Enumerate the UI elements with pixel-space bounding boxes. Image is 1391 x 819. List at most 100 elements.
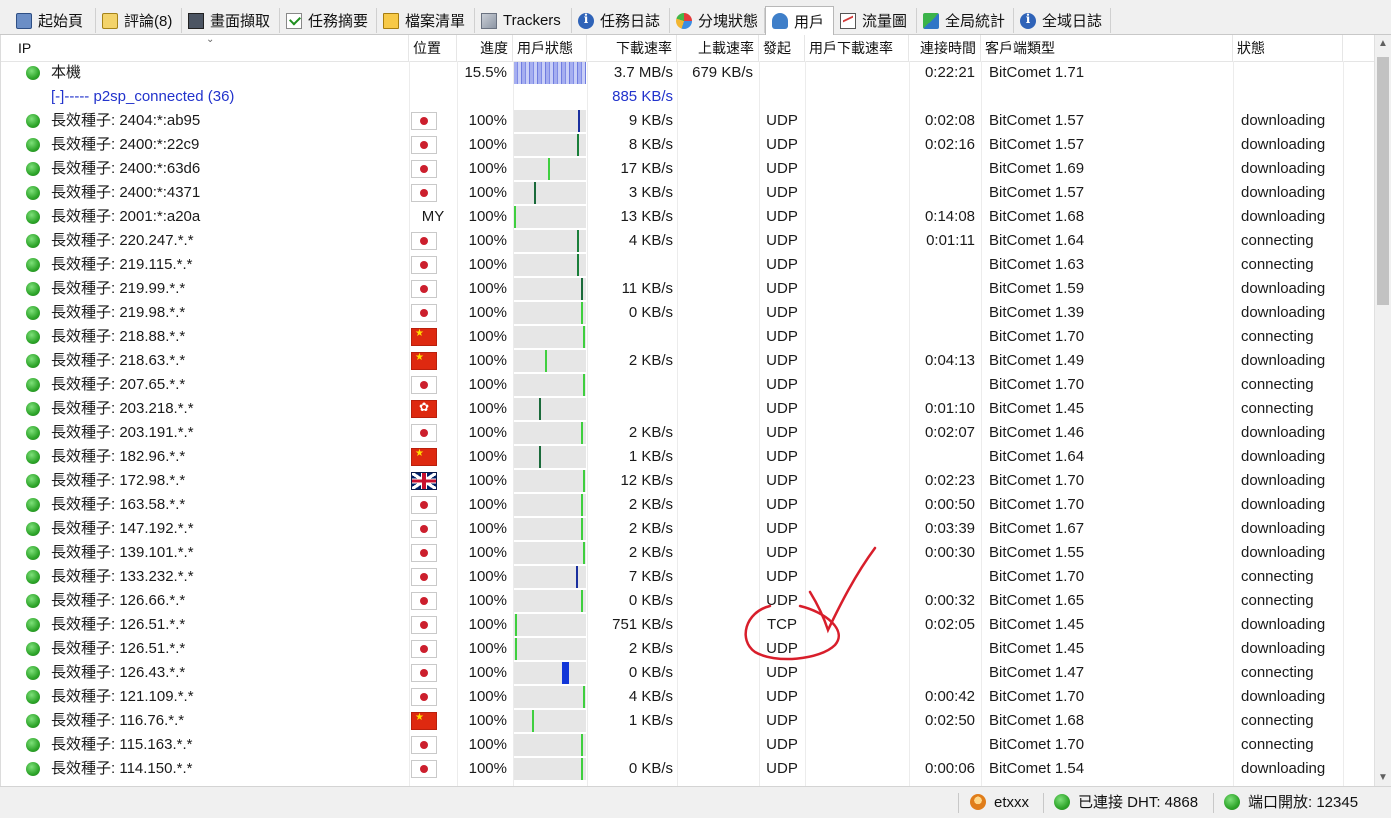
column-header-state[interactable]: 狀態 xyxy=(1233,35,1343,61)
tab-pie[interactable]: 分塊狀態 xyxy=(670,8,765,33)
table-row[interactable]: 長效種子: 207.65.*.* 100% UDP BitComet 1.70 conn… xyxy=(1,373,1374,397)
table-row[interactable]: 長效種子: 182.96.*.* 100% 1 KB/s UDP BitComet 1.… xyxy=(1,445,1374,469)
table-row[interactable]: 長效種子: 139.101.*.* 100% 2 KB/s UDP 0:00:30 Bit… xyxy=(1,541,1374,565)
connect-time-cell xyxy=(909,325,975,349)
tab-glog[interactable]: 全域日誌 xyxy=(1014,8,1111,33)
flag-jp-icon xyxy=(411,688,437,706)
status-divider xyxy=(1043,793,1044,813)
piece-map xyxy=(514,254,586,276)
table-row-local[interactable]: 本機 15.5% 3.7 MB/s 679 KB/s 0:22:21 BitComet 1… xyxy=(1,61,1374,85)
table-row[interactable]: 長效種子: 126.51.*.* 100% 2 KB/s UDP BitComet 1.… xyxy=(1,637,1374,661)
scroll-up-arrow-icon[interactable]: ▲ xyxy=(1375,35,1391,52)
table-row[interactable]: 長效種子: 219.98.*.* 100% 0 KB/s UDP BitComet 1.… xyxy=(1,301,1374,325)
tab-comment[interactable]: 評論(8) xyxy=(96,8,182,33)
download-rate-cell: 12 KB/s xyxy=(620,472,673,489)
status-bar: etxxx 已連接 DHT: 4868 端口開放: 12345 xyxy=(0,786,1391,818)
state-cell: connecting xyxy=(1241,736,1314,753)
dht-status-icon xyxy=(1054,794,1070,810)
column-header-user_status[interactable]: 用戶狀態 xyxy=(513,35,587,61)
tab-trackers[interactable]: Trackers xyxy=(475,8,572,33)
table-row[interactable]: 長效種子: 203.218.*.* 100% UDP 0:01:10 BitComet … xyxy=(1,397,1374,421)
table-row[interactable]: 長效種子: 172.98.*.* 100% 12 KB/s UDP 0:02:23 Bit… xyxy=(1,469,1374,493)
state-cell: downloading xyxy=(1241,760,1326,777)
tab-peers[interactable]: 用戶 xyxy=(765,6,834,35)
state-cell: downloading xyxy=(1241,424,1326,441)
column-header-initiator[interactable]: 發起 xyxy=(759,35,805,61)
state-cell: downloading xyxy=(1241,136,1326,153)
column-header-down[interactable]: 下載速率 xyxy=(587,35,677,61)
table-row[interactable]: 長效種子: 126.66.*.* 100% 0 KB/s UDP 0:00:32 BitC… xyxy=(1,589,1374,613)
column-header-up[interactable]: 上載速率 xyxy=(677,35,759,61)
status-port[interactable]: 端口開放: 12345 xyxy=(1224,787,1358,819)
ip-cell: 長效種子: 182.96.*.* xyxy=(51,448,186,465)
piece-map-marker xyxy=(532,710,534,732)
table-row[interactable]: 長效種子: 203.191.*.* 100% 2 KB/s UDP 0:02:07 Bit… xyxy=(1,421,1374,445)
table-row[interactable]: 長效種子: 2001:*:a20a MY 100% 13 KB/s UDP 0:14:08… xyxy=(1,205,1374,229)
table-row[interactable]: 長效種子: 126.51.*.* 100% 751 KB/s TCP 0:02:05 Bi… xyxy=(1,613,1374,637)
tab-log[interactable]: 任務日誌 xyxy=(572,8,670,33)
piece-map xyxy=(514,134,586,156)
flag-jp-icon xyxy=(411,376,437,394)
progress-cell: 100% xyxy=(468,112,507,129)
table-row[interactable]: 長效種子: 116.76.*.* 100% 1 KB/s UDP 0:02:50 BitC… xyxy=(1,709,1374,733)
table-row[interactable]: 長效種子: 126.43.*.* 100% 0 KB/s UDP BitComet 1.… xyxy=(1,661,1374,685)
flag-jp-icon xyxy=(411,568,437,586)
table-row[interactable]: 長效種子: 218.88.*.* 100% UDP BitComet 1.70 conn… xyxy=(1,325,1374,349)
table-row[interactable]: 長效種子: 163.58.*.* 100% 2 KB/s UDP 0:00:50 BitC… xyxy=(1,493,1374,517)
column-header-progress[interactable]: 進度 xyxy=(457,35,513,61)
column-header-client[interactable]: 客戶端類型 xyxy=(981,35,1233,61)
piece-map xyxy=(514,710,586,732)
table-row[interactable]: 長效種子: 2400:*:22c9 100% 8 KB/s UDP 0:02:16 Bit… xyxy=(1,133,1374,157)
connect-time-cell: 0:04:13 xyxy=(924,352,975,369)
ip-cell: 長效種子: 147.192.*.* xyxy=(51,520,194,537)
download-rate-cell xyxy=(587,325,673,349)
tab-screen[interactable]: 畫面擷取 xyxy=(182,8,280,33)
tab-home[interactable]: 起始頁 xyxy=(10,8,96,33)
table-row[interactable]: 長效種子: 2400:*:4371 100% 3 KB/s UDP BitComet 1… xyxy=(1,181,1374,205)
piece-map xyxy=(514,398,586,420)
download-rate-cell: 3.7 MB/s xyxy=(613,64,673,81)
progress-cell: 100% xyxy=(468,376,507,393)
status-user[interactable]: etxxx xyxy=(970,787,1029,819)
piece-map-marker xyxy=(583,542,585,564)
tab-graph[interactable]: 流量圖 xyxy=(834,8,917,33)
table-row[interactable]: 長效種子: 218.63.*.* 100% 2 KB/s UDP 0:04:13 BitC… xyxy=(1,349,1374,373)
tab-global[interactable]: 全局統計 xyxy=(917,8,1014,33)
vertical-scrollbar[interactable]: ▲ ▼ xyxy=(1374,35,1391,786)
piece-map xyxy=(514,302,586,324)
table-row[interactable]: 長效種子: 2400:*:63d6 100% 17 KB/s UDP BitComet … xyxy=(1,157,1374,181)
scroll-thumb[interactable] xyxy=(1377,57,1389,305)
column-header-ip[interactable]: IP xyxy=(14,35,409,61)
table-row[interactable]: 長效種子: 147.192.*.* 100% 2 KB/s UDP 0:03:39 Bit… xyxy=(1,517,1374,541)
table-row[interactable]: 長效種子: 219.115.*.* 100% UDP BitComet 1.63 con… xyxy=(1,253,1374,277)
table-row[interactable]: 長效種子: 2404:*:ab95 100% 9 KB/s UDP 0:02:08 Bit… xyxy=(1,109,1374,133)
table-row[interactable]: 長效種子: 114.150.*.* 100% 0 KB/s UDP 0:00:06 Bit… xyxy=(1,757,1374,781)
state-cell: connecting xyxy=(1241,664,1314,681)
table-row[interactable]: 長效種子: 133.232.*.* 100% 7 KB/s UDP BitComet 1… xyxy=(1,565,1374,589)
flag-cn-icon xyxy=(411,328,437,346)
status-divider xyxy=(1213,793,1214,813)
flag-jp-icon xyxy=(411,496,437,514)
tab-summary[interactable]: 任務摘要 xyxy=(280,8,377,33)
connect-time-cell: 0:02:08 xyxy=(924,112,975,129)
state-cell: connecting xyxy=(1241,256,1314,273)
group-toggle[interactable]: [-]----- p2sp_connected (36) xyxy=(51,85,391,109)
scroll-down-arrow-icon[interactable]: ▼ xyxy=(1375,769,1391,786)
table-row[interactable]: 長效種子: 121.109.*.* 100% 4 KB/s UDP 0:00:42 Bit… xyxy=(1,685,1374,709)
table-row-group[interactable]: [-]----- p2sp_connected (36) 885 KB/s xyxy=(1,85,1374,109)
state-cell: downloading xyxy=(1241,280,1326,297)
tab-files[interactable]: 檔案清單 xyxy=(377,8,475,33)
table-row[interactable]: 長效種子: 219.99.*.* 100% 11 KB/s UDP BitComet 1… xyxy=(1,277,1374,301)
column-header-location[interactable]: 位置 xyxy=(409,35,457,61)
info-icon xyxy=(578,12,594,29)
progress-cell: 100% xyxy=(468,256,507,273)
location-cell: MY xyxy=(421,208,445,225)
table-row[interactable]: 長效種子: 115.163.*.* 100% UDP BitComet 1.70 con… xyxy=(1,733,1374,757)
initiator-cell: UDP xyxy=(766,568,798,585)
download-rate-cell: 9 KB/s xyxy=(628,112,673,129)
status-dht[interactable]: 已連接 DHT: 4868 xyxy=(1054,787,1198,819)
peers-table-header: ⌄ IP 位置 進度 用戶狀態 下載速率 上載速率 發起 用戶下載速率 連接時間 客戶端類型 狀態 xyxy=(1,35,1374,62)
table-row[interactable]: 長效種子: 220.247.*.* 100% 4 KB/s UDP 0:01:11 Bit… xyxy=(1,229,1374,253)
column-header-user_down[interactable]: 用戶下載速率 xyxy=(805,35,909,61)
column-header-conn_time[interactable]: 連接時間 xyxy=(909,35,981,61)
